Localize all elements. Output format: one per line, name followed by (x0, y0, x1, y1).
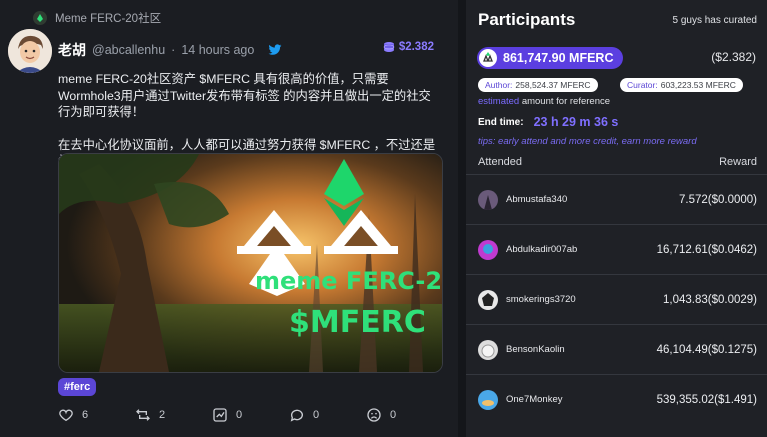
curator-share-pill: Curator: 603,223.53 MFERC (620, 78, 743, 92)
participant-avatar[interactable] (478, 289, 498, 310)
retweet-count: 2 (159, 409, 166, 421)
participant-name[interactable]: Abdulkadir007ab (506, 244, 577, 255)
comment-icon (290, 409, 303, 422)
participant-row[interactable]: Abmustafa340 7.572($0.0000) (466, 174, 767, 224)
attended-column-header: Attended (478, 156, 523, 168)
community-logo-icon (33, 11, 47, 25)
author-avatar[interactable] (8, 29, 52, 73)
reply-button[interactable]: 0 (289, 407, 366, 423)
author-name[interactable]: 老胡 (58, 40, 86, 60)
participant: One7Monkey (478, 389, 563, 410)
column-divider (458, 0, 466, 437)
community-name: Meme FERC-20社区 (55, 13, 162, 25)
participant-avatar[interactable] (478, 339, 498, 360)
participant-reward: 16,712.61($0.0462) (656, 243, 757, 256)
retweet-icon (136, 409, 150, 421)
participant-name[interactable]: Abmustafa340 (506, 194, 567, 205)
curated-count: 5 guys has curated (672, 15, 758, 26)
participants-list: Abmustafa340 7.572($0.0000) Abdulkadir00… (466, 174, 767, 424)
dislike-count: 0 (390, 409, 397, 421)
separator-dot: · (171, 43, 176, 57)
participant-reward: 539,355.02($1.491) (656, 393, 757, 406)
participant-row[interactable]: BensonKaolin 46,104.49($0.1275) (466, 324, 767, 374)
post-actions: 6 2 0 0 0 (58, 407, 443, 423)
like-button[interactable]: 6 (58, 407, 135, 423)
image-title-line1: meme FERC-20 (255, 267, 442, 295)
coin-stack-icon (383, 41, 395, 53)
participant: Abmustafa340 (478, 189, 567, 210)
post-reward-value: $2.382 (398, 41, 434, 53)
end-time: End time: 23 h 29 m 36 s (478, 115, 618, 129)
curator-share-amount: 603,223.53 MFERC (660, 80, 736, 90)
reward-column-header: Reward (719, 156, 757, 168)
participant-name[interactable]: smokerings3720 (506, 294, 576, 305)
participants-panel: Participants 5 guys has curated 861,747.… (466, 0, 767, 437)
post-paragraph: meme FERC-20社区资产 $MFERC 具有很高的价值，只需要Wormh… (58, 72, 431, 119)
participant-avatar[interactable] (478, 389, 498, 410)
participant-row[interactable]: One7Monkey 539,355.02($1.491) (466, 374, 767, 424)
participant-reward: 7.572($0.0000) (678, 193, 757, 206)
participant: BensonKaolin (478, 339, 565, 360)
total-reward-amount: 861,747.90 MFERC (503, 51, 614, 65)
participant-name[interactable]: One7Monkey (506, 394, 563, 405)
image-title-line2: $MFERC (289, 305, 426, 340)
frown-icon (367, 408, 381, 422)
author-share-pill: Author: 258,524.37 MFERC (478, 78, 598, 92)
reply-count: 0 (313, 409, 320, 421)
dislike-button[interactable]: 0 (366, 407, 443, 423)
stats-button[interactable]: 0 (212, 407, 289, 423)
participant-row[interactable]: Abdulkadir007ab 16,712.61($0.0462) (466, 224, 767, 274)
author-handle[interactable]: @abcallenhu (92, 43, 165, 57)
tips-text: tips: early attend and more credit, earn… (478, 136, 697, 147)
estimated-word: estimated (478, 96, 520, 107)
participant-reward: 46,104.49($0.1275) (656, 343, 757, 356)
participants-header: Attended Reward (478, 156, 757, 168)
chart-icon (213, 408, 227, 422)
heart-icon (59, 409, 73, 422)
stats-count: 0 (236, 409, 243, 421)
participant-avatar[interactable] (478, 239, 498, 260)
hashtag-chip[interactable]: #ferc (58, 378, 97, 396)
curator-share-label: Curator: (627, 80, 658, 90)
end-time-countdown: 23 h 29 m 36 s (533, 115, 619, 129)
estimated-rest: amount for reference (519, 96, 611, 107)
total-reward-usd: ($2.382) (711, 50, 756, 64)
mferc-token-icon (479, 49, 497, 67)
participant-reward: 1,043.83($0.0029) (663, 293, 757, 306)
end-time-label: End time: (478, 116, 524, 128)
post-image[interactable]: meme FERC-20 $MFERC (58, 153, 443, 373)
author-share-label: Author: (485, 80, 513, 90)
total-reward-pill: 861,747.90 MFERC (477, 47, 624, 69)
post-card: Meme FERC-20社区 老胡 @abcallenhu · 14 hours… (0, 0, 458, 437)
like-count: 6 (82, 409, 89, 421)
estimated-note: estimated amount for reference (478, 96, 610, 107)
retweet-button[interactable]: 2 (135, 407, 212, 423)
participant: Abdulkadir007ab (478, 239, 577, 260)
participant-row[interactable]: smokerings3720 1,043.83($0.0029) (466, 274, 767, 324)
community-header[interactable]: Meme FERC-20社区 (33, 10, 161, 26)
author-meta: 老胡 @abcallenhu · 14 hours ago (58, 40, 282, 60)
author-share-amount: 258,524.37 MFERC (515, 80, 591, 90)
participant-name[interactable]: BensonKaolin (506, 344, 565, 355)
post-time: 14 hours ago (181, 43, 255, 57)
twitter-icon[interactable] (268, 44, 282, 56)
participant-avatar[interactable] (478, 189, 498, 210)
participant: smokerings3720 (478, 289, 576, 310)
panel-title: Participants (478, 10, 576, 29)
post-reward-badge[interactable]: $2.382 (383, 41, 434, 53)
